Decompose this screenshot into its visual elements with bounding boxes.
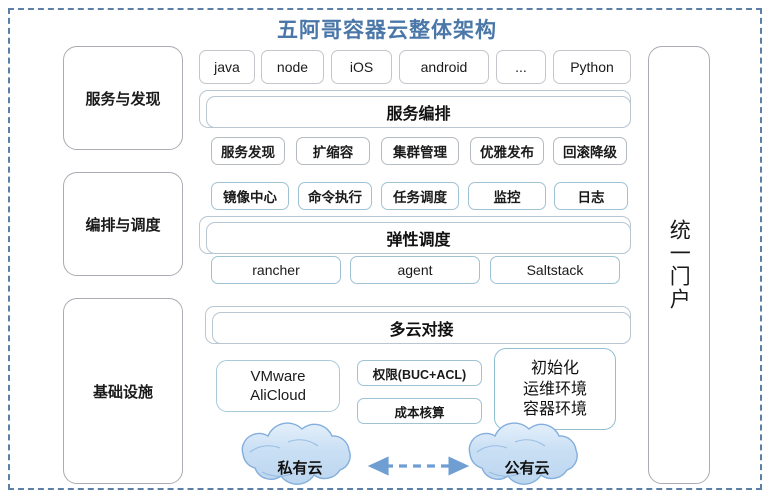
chip-label: node — [276, 59, 309, 75]
environment-setup-box[interactable]: 初始化 运维环境 容器环境 — [494, 348, 616, 430]
language-chip-python[interactable]: Python — [553, 50, 631, 84]
chip-label: java — [214, 59, 240, 75]
chip-label: 优雅发布 — [480, 145, 534, 161]
capability-chip-rollback-degrade[interactable]: 回滚降级 — [553, 137, 627, 165]
language-chip-ios[interactable]: iOS — [331, 50, 392, 84]
chip-label: 扩缩容 — [312, 145, 354, 161]
tool-chip-agent[interactable]: agent — [350, 256, 480, 284]
chip-label: iOS — [349, 59, 374, 75]
banner-label: 多云对接 — [389, 320, 454, 339]
vendor-line-1: VMware — [250, 367, 306, 385]
chip-label: 镜像中心 — [223, 190, 277, 206]
governance-chip-cost-accounting[interactable]: 成本核算 — [357, 398, 482, 424]
cloud-vendor-box[interactable]: VMware AliCloud — [216, 360, 340, 412]
public-cloud-label: 公有云 — [504, 459, 550, 477]
chip-label: 服务发现 — [221, 145, 275, 161]
env-line-2: 运维环境 — [522, 378, 587, 398]
banner-front-layer: 服务编排 — [206, 96, 631, 128]
banner-front-layer: 多云对接 — [212, 312, 631, 344]
multicloud-banner: 多云对接 — [205, 306, 631, 344]
layer-label-text: 基础设施 — [92, 382, 153, 401]
env-line-1: 初始化 — [530, 357, 579, 377]
unified-portal-label: 统一门户 — [667, 219, 692, 311]
vendor-line-2: AliCloud — [250, 387, 306, 404]
layer-label-infrastructure: 基础设施 — [63, 298, 183, 484]
language-chip-java[interactable]: java — [199, 50, 255, 84]
ops-chip-image-center[interactable]: 镜像中心 — [211, 182, 289, 210]
diagram-title: 五阿哥容器云整体架构 — [277, 18, 497, 42]
chip-label: rancher — [252, 262, 300, 278]
language-chip-android[interactable]: android — [399, 50, 489, 84]
banner-label: 服务编排 — [386, 104, 451, 123]
ops-chip-task-scheduling[interactable]: 任务调度 — [381, 182, 459, 210]
ops-chip-logging[interactable]: 日志 — [554, 182, 628, 210]
layer-label-orchestration: 编排与调度 — [63, 172, 183, 276]
chip-label: android — [420, 59, 468, 75]
chip-label: 成本核算 — [394, 405, 445, 420]
language-chip-more[interactable]: ... — [496, 50, 546, 84]
governance-chip-permission[interactable]: 权限(BUC+ACL) — [357, 360, 482, 386]
architecture-diagram-canvas: 五阿哥容器云整体架构 服务与发现 编排与调度 基础设施 统一门户 java no… — [0, 0, 774, 500]
chip-label: Python — [570, 59, 614, 75]
chip-label: 命令执行 — [308, 190, 362, 206]
env-line-3: 容器环境 — [522, 399, 587, 419]
banner-front-layer: 弹性调度 — [206, 222, 631, 254]
chip-label: 监控 — [493, 190, 521, 206]
layer-label-text: 编排与调度 — [85, 215, 161, 234]
chip-label: 集群管理 — [393, 145, 447, 161]
layer-label-service-discovery: 服务与发现 — [63, 46, 183, 150]
chip-label: 任务调度 — [393, 190, 447, 206]
ops-chip-monitoring[interactable]: 监控 — [468, 182, 546, 210]
chip-label: ... — [515, 59, 527, 75]
banner-label: 弹性调度 — [386, 230, 451, 249]
chip-label: 日志 — [577, 190, 605, 206]
private-cloud-label: 私有云 — [277, 459, 323, 477]
capability-chip-cluster-management[interactable]: 集群管理 — [381, 137, 459, 165]
layer-label-text: 服务与发现 — [85, 89, 161, 108]
capability-chip-scaling[interactable]: 扩缩容 — [296, 137, 370, 165]
capability-chip-service-discovery[interactable]: 服务发现 — [211, 137, 285, 165]
capability-chip-graceful-release[interactable]: 优雅发布 — [470, 137, 544, 165]
ops-chip-command-execution[interactable]: 命令执行 — [298, 182, 372, 210]
service-orchestration-banner: 服务编排 — [199, 90, 631, 128]
tool-chip-rancher[interactable]: rancher — [211, 256, 341, 284]
tool-chip-saltstack[interactable]: Saltstack — [490, 256, 620, 284]
chip-label: agent — [397, 262, 433, 278]
unified-portal-panel: 统一门户 — [648, 46, 710, 484]
elastic-scheduling-banner: 弹性调度 — [199, 216, 631, 254]
chip-label: Saltstack — [526, 262, 584, 278]
chip-label: 回滚降级 — [563, 145, 617, 161]
language-chip-node[interactable]: node — [261, 50, 324, 84]
chip-label: 权限(BUC+ACL) — [372, 367, 467, 382]
